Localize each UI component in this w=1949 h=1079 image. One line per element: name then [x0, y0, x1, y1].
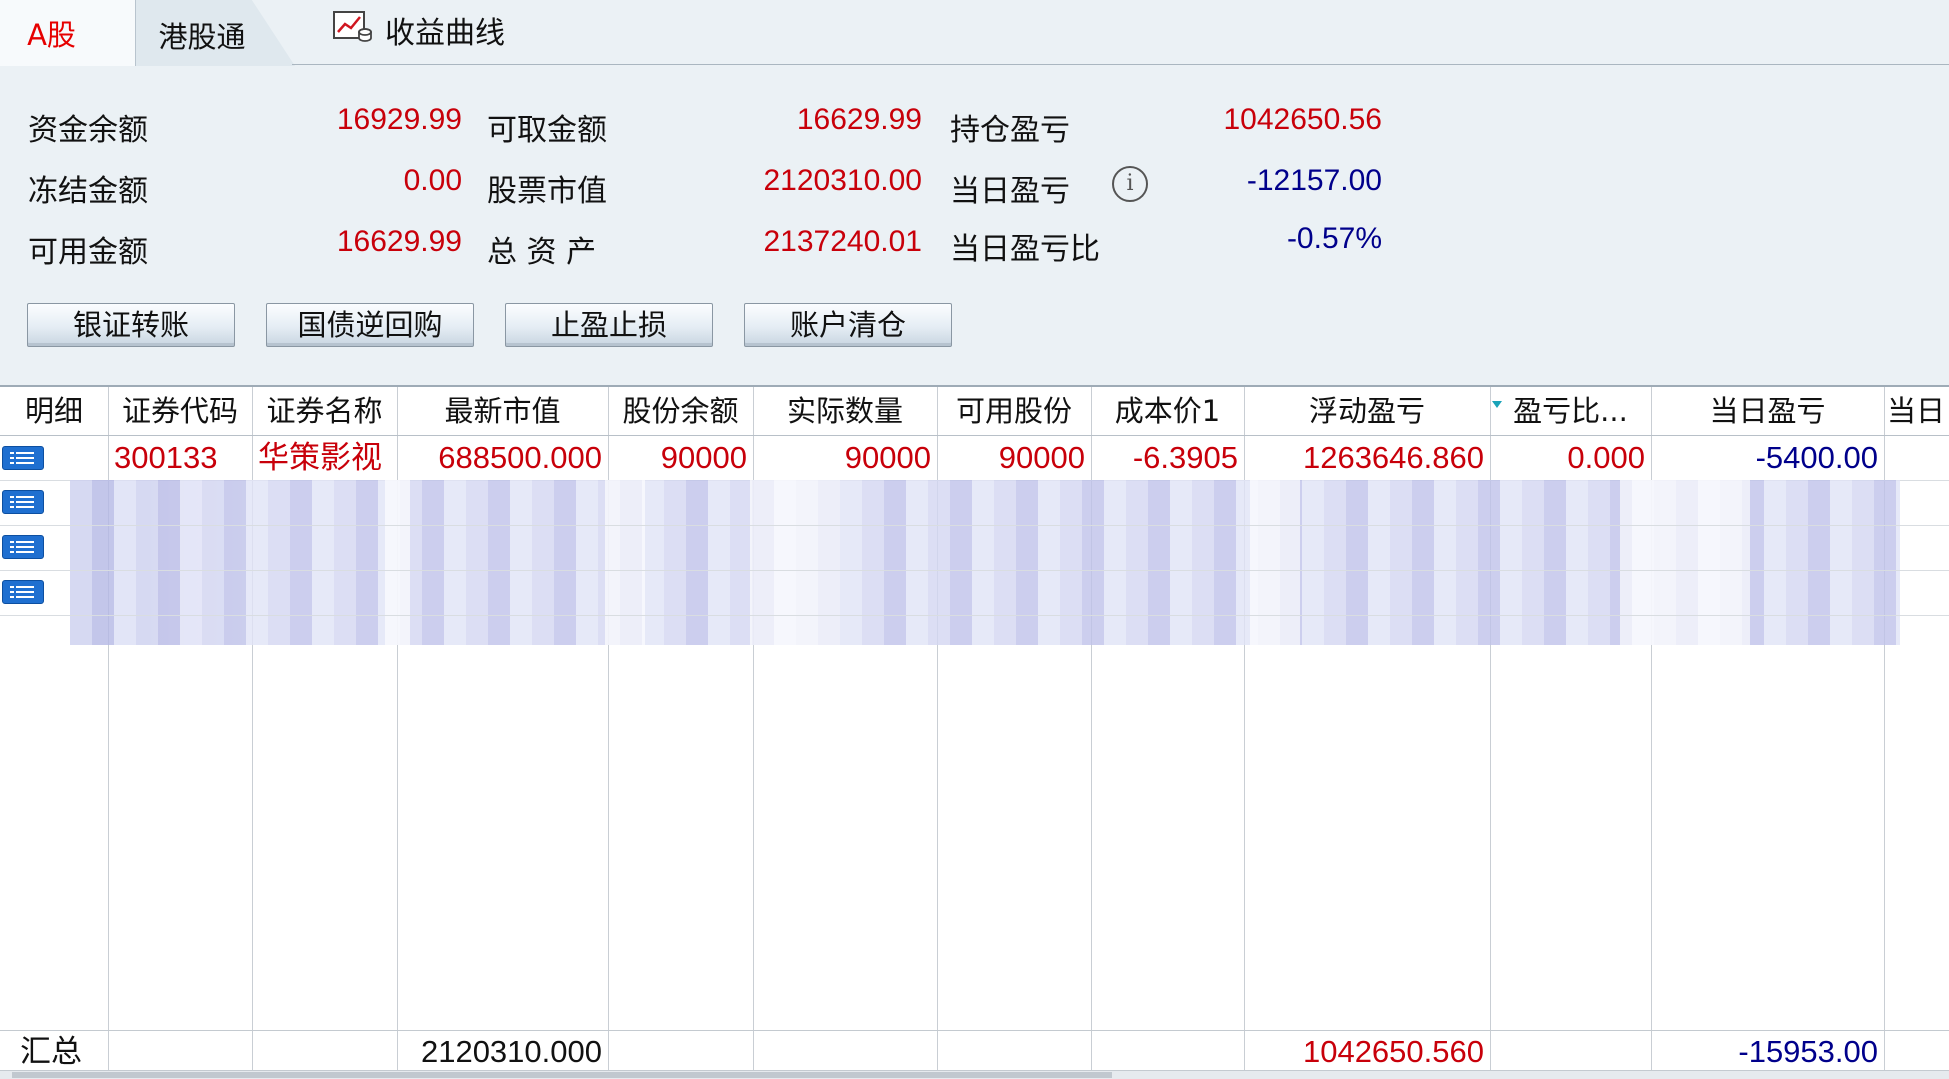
- daily-pl-value: -12157.00: [1246, 164, 1382, 197]
- cell-market-value: 688500.000: [438, 440, 602, 475]
- tab-a-share[interactable]: A股: [0, 0, 136, 66]
- redacted-gap: [750, 480, 840, 645]
- cell-daily-pl: -5400.00: [1755, 440, 1878, 475]
- header-pl-ratio-label: 盈亏比...: [1513, 394, 1628, 428]
- position-pl-value: 1042650.56: [1223, 103, 1383, 136]
- detail-list-icon[interactable]: [2, 535, 44, 559]
- detail-list-icon[interactable]: [2, 490, 44, 514]
- row-divider: [0, 570, 1949, 571]
- profit-curve-icon: [333, 10, 373, 50]
- stock-market-value-label: 股票市值: [487, 174, 607, 209]
- daily-pl-ratio-label: 当日盈亏比: [950, 232, 1100, 267]
- position-pl-label: 持仓盈亏: [950, 113, 1070, 148]
- total-daily-pl: -15953.00: [1738, 1034, 1878, 1069]
- daily-pl-label: 当日盈亏: [950, 174, 1070, 209]
- redacted-gap: [1250, 480, 1300, 645]
- cell-pl-ratio: 0.000: [1567, 440, 1645, 475]
- frozen-amount-label: 冻结金额: [28, 174, 148, 209]
- header-security-code[interactable]: 证券代码: [108, 387, 252, 435]
- total-label: 汇总: [20, 1034, 82, 1069]
- detail-list-icon[interactable]: [2, 580, 44, 604]
- total-assets-label: 总 资 产: [487, 235, 597, 270]
- withdrawable-amount-label: 可取金额: [487, 113, 607, 148]
- cell-name: 华策影视: [258, 440, 382, 475]
- total-assets-value: 2137240.01: [763, 225, 923, 258]
- sort-indicator-icon: [1492, 401, 1502, 408]
- withdrawable-amount-value: 16629.99: [796, 103, 922, 136]
- header-daily-pl[interactable]: 当日盈亏: [1651, 387, 1884, 435]
- available-amount-value: 16629.99: [336, 225, 462, 258]
- row-divider: [0, 525, 1949, 526]
- fund-balance-value: 16929.99: [336, 103, 462, 136]
- total-floating-pl: 1042650.560: [1302, 1034, 1484, 1069]
- cell-code: 300133: [114, 440, 218, 475]
- cell-actual-quantity: 90000: [844, 440, 931, 475]
- tab-profit-curve[interactable]: 收益曲线: [333, 8, 505, 52]
- tab-bar-divider: [292, 64, 1949, 65]
- redacted-gap: [1620, 480, 1750, 645]
- total-market-value: 2120310.000: [420, 1034, 602, 1069]
- info-icon[interactable]: i: [1112, 166, 1148, 202]
- header-daily-extra[interactable]: 当日: [1884, 387, 1949, 435]
- frozen-amount-value: 0.00: [403, 164, 462, 197]
- header-cost-price[interactable]: 成本价1: [1091, 387, 1244, 435]
- header-floating-pl[interactable]: 浮动盈亏: [1244, 387, 1490, 435]
- header-share-balance[interactable]: 股份余额: [608, 387, 753, 435]
- daily-pl-ratio-value: -0.57%: [1286, 222, 1382, 255]
- fund-balance-label: 资金余额: [28, 113, 148, 148]
- header-latest-market-value[interactable]: 最新市值: [397, 387, 608, 435]
- header-actual-quantity[interactable]: 实际数量: [753, 387, 937, 435]
- bank-transfer-button[interactable]: 银证转账: [27, 303, 235, 347]
- header-available-shares[interactable]: 可用股份: [937, 387, 1091, 435]
- profit-curve-label: 收益曲线: [385, 16, 505, 51]
- header-detail[interactable]: 明细: [0, 387, 108, 435]
- take-profit-stop-loss-button[interactable]: 止盈止损: [505, 303, 713, 347]
- row-divider: [0, 615, 1949, 616]
- redacted-gap: [605, 480, 645, 645]
- tab-hk-connect-label: 港股通: [158, 20, 246, 54]
- detail-list-icon[interactable]: [2, 446, 44, 470]
- cell-floating-pl: 1263646.860: [1302, 440, 1484, 475]
- cell-available-shares: 90000: [998, 440, 1085, 475]
- stock-market-value: 2120310.00: [763, 164, 923, 197]
- scrollbar-thumb[interactable]: [12, 1072, 1112, 1078]
- clear-account-button[interactable]: 账户清仓: [744, 303, 952, 347]
- available-amount-label: 可用金额: [28, 235, 148, 270]
- cell-cost-price: -6.3905: [1132, 440, 1238, 475]
- cell-share-balance: 90000: [660, 440, 747, 475]
- header-pl-ratio[interactable]: 盈亏比...: [1490, 387, 1651, 435]
- tab-a-share-label: A股: [27, 18, 76, 52]
- redacted-gap: [385, 480, 410, 645]
- treasury-repo-button[interactable]: 国债逆回购: [266, 303, 474, 347]
- header-security-name[interactable]: 证券名称: [252, 387, 397, 435]
